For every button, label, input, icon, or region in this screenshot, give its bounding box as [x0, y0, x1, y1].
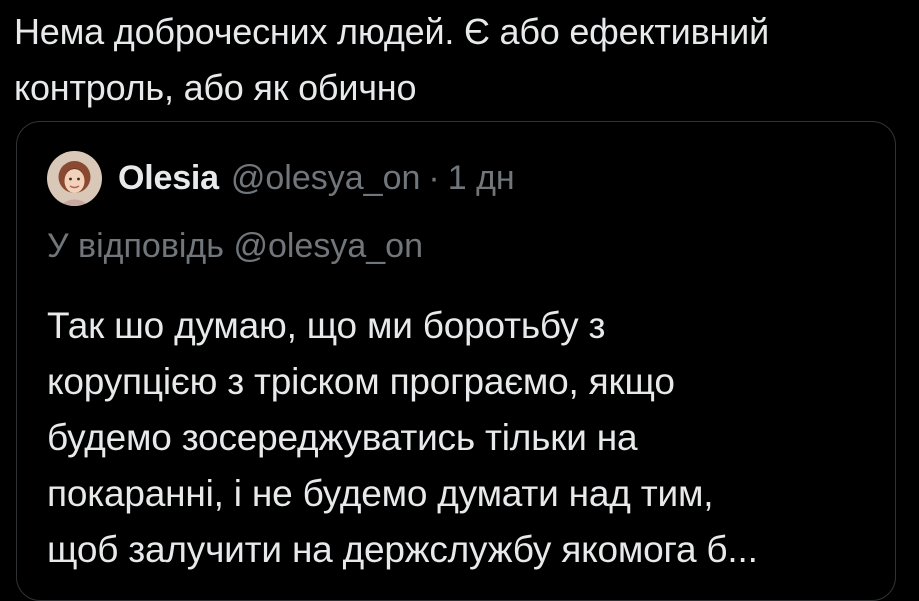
separator-dot: ·	[428, 158, 440, 197]
quoted-text-line: корупцією з тріском програємо, якщо	[47, 361, 675, 402]
tweet-text-line: контроль, або як обично	[14, 67, 417, 108]
display-name[interactable]: Olesia	[118, 159, 219, 198]
user-handle[interactable]: @olesya_on	[231, 159, 421, 198]
quoted-text-line: покаранні, і не будемо думати над тим,	[47, 473, 714, 514]
reply-context: У відповідь @olesya_on	[47, 218, 423, 274]
user-avatar-icon[interactable]	[47, 150, 102, 206]
quoted-text-line: будемо зосереджуватись тільки на	[47, 417, 638, 458]
post-timestamp[interactable]: 1 дн	[448, 159, 515, 198]
quoted-tweet-card[interactable]: Olesia @olesya_on · 1 дн У відповідь @ol…	[16, 121, 896, 601]
tweet-text-line: Нема доброчесних людей. Є або ефективний	[14, 11, 769, 52]
reply-prefix: У відповідь	[47, 227, 224, 265]
quoted-text-line: Так шо думаю, що ми боротьбу з	[47, 305, 606, 346]
tweet-text: Нема доброчесних людей. Є або ефективний…	[14, 4, 909, 116]
reply-handle-link[interactable]: @olesya_on	[233, 227, 423, 265]
quoted-text-line: щоб залучити на держслужбу якомога б...	[47, 529, 758, 570]
quoted-tweet-text: Так шо думаю, що ми боротьбу з корупцією…	[47, 298, 887, 578]
quoted-tweet-header: Olesia @olesya_on · 1 дн	[47, 150, 515, 206]
